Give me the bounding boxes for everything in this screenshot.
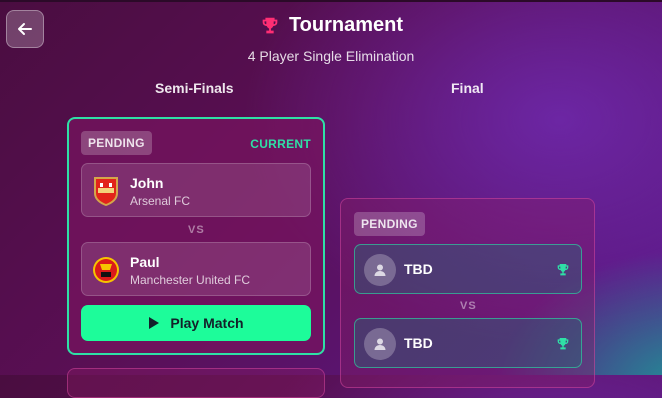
vs-label: VS bbox=[460, 300, 477, 312]
play-icon bbox=[149, 317, 160, 329]
player-name: TBD bbox=[404, 261, 433, 277]
player-paul: Paul Manchester United FC bbox=[81, 242, 311, 296]
arsenal-crest-icon bbox=[94, 177, 118, 206]
player-name: John bbox=[130, 175, 164, 191]
status-badge: PENDING bbox=[81, 131, 152, 155]
player-club: Manchester United FC bbox=[130, 273, 251, 287]
round-title-final: Final bbox=[451, 80, 484, 96]
player-club: Arsenal FC bbox=[130, 194, 191, 208]
player-name: TBD bbox=[404, 335, 433, 351]
trophy-icon bbox=[557, 264, 569, 276]
page-subtitle: 4 Player Single Elimination bbox=[247, 48, 415, 64]
user-icon bbox=[374, 338, 386, 350]
user-icon bbox=[374, 264, 386, 276]
semifinal-match-card: PENDING CURRENT John Arsenal FC VS Paul … bbox=[67, 117, 325, 355]
page-title-group: Tournament bbox=[259, 14, 403, 37]
header: Tournament bbox=[0, 14, 662, 42]
trophy-icon bbox=[557, 338, 569, 350]
semifinal-match-card-2 bbox=[67, 368, 325, 398]
status-badge: PENDING bbox=[354, 212, 425, 236]
play-match-label: Play Match bbox=[170, 315, 244, 331]
top-border bbox=[0, 0, 662, 2]
current-label: CURRENT bbox=[250, 137, 311, 151]
vs-label: VS bbox=[188, 224, 205, 236]
player-john: John Arsenal FC bbox=[81, 163, 311, 217]
avatar bbox=[364, 328, 396, 360]
manchester-united-crest-icon bbox=[93, 257, 119, 283]
final-slot-2: TBD bbox=[354, 318, 582, 368]
page-title: Tournament bbox=[288, 14, 404, 36]
final-match-card: PENDING TBD VS TBD bbox=[340, 198, 595, 388]
avatar bbox=[364, 254, 396, 286]
round-title-semifinals: Semi-Finals bbox=[155, 80, 234, 96]
player-name: Paul bbox=[130, 254, 160, 270]
final-slot-1: TBD bbox=[354, 244, 582, 294]
trophy-icon bbox=[262, 17, 278, 33]
play-match-button[interactable]: Play Match bbox=[81, 305, 311, 341]
